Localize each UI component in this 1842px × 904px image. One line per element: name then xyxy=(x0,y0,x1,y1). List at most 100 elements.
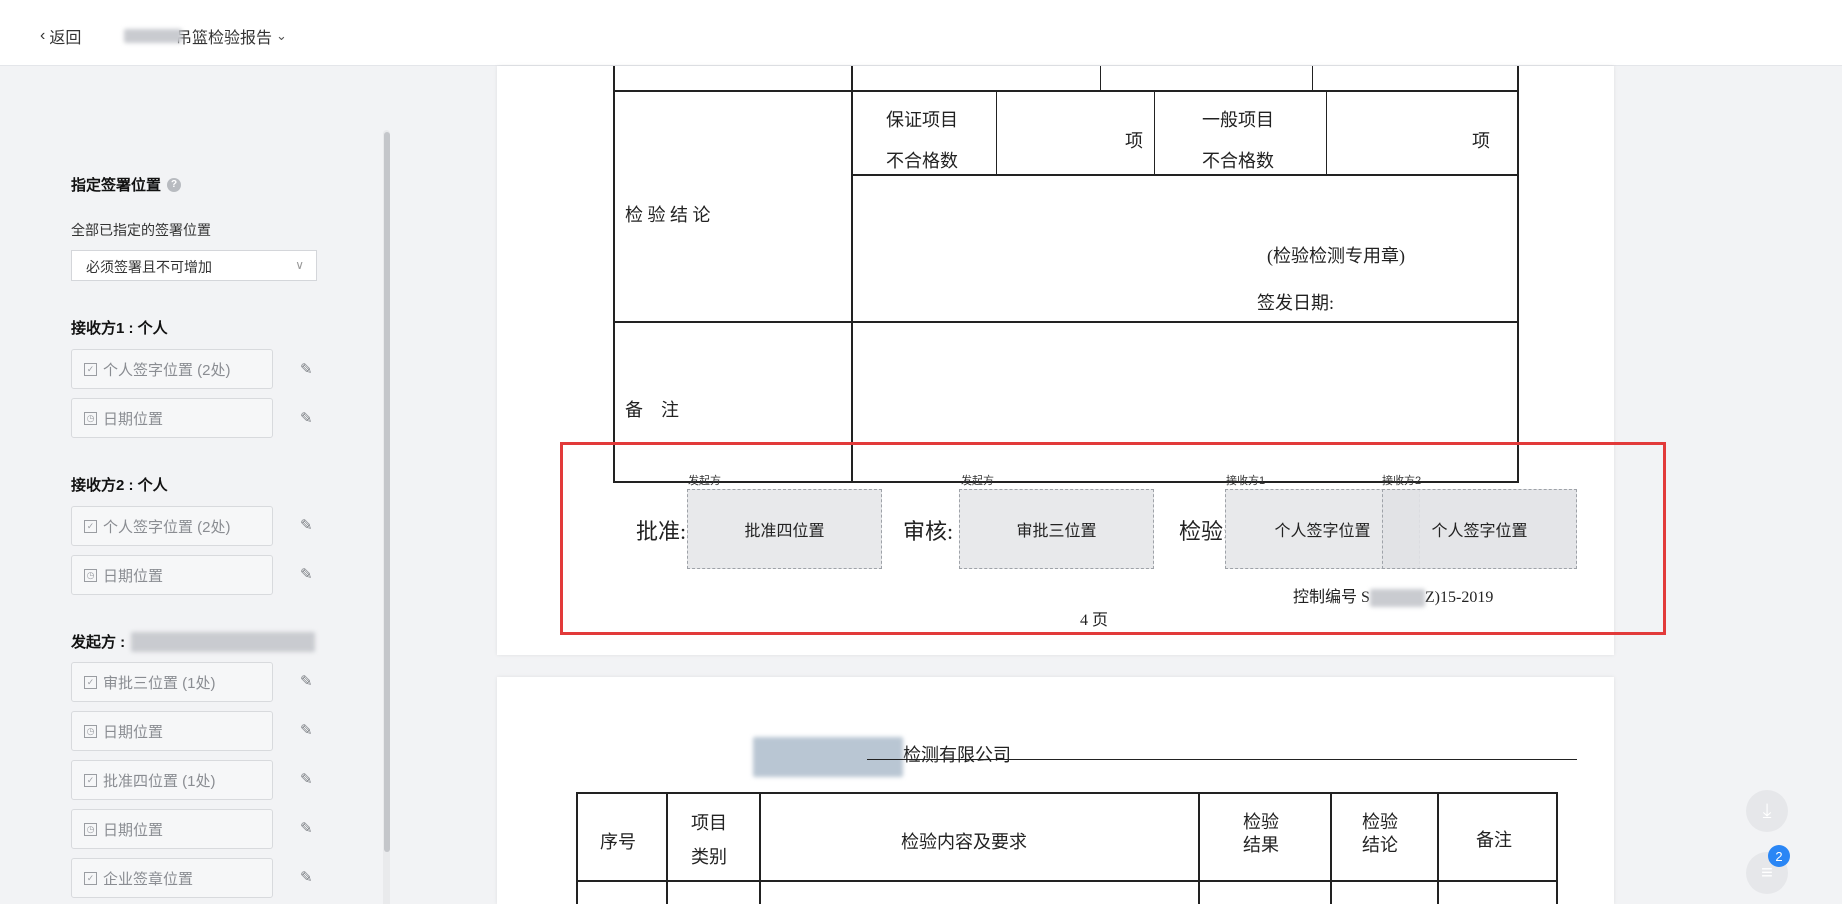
header-underline xyxy=(867,759,1577,760)
pen-icon[interactable]: ✎ xyxy=(300,721,316,739)
checkbox-sign-icon: ✓ xyxy=(84,871,97,885)
general-label-2: 不合格数 xyxy=(1202,151,1274,171)
section-title-text: 指定签署位置 xyxy=(71,177,162,194)
item-label: 个人签字位置 (2处) xyxy=(103,361,231,379)
group-title-text: 发起方 : xyxy=(71,634,126,651)
group-title-initiator: 发起方 : xyxy=(71,631,316,652)
checkbox-sign-icon: ✓ xyxy=(84,519,97,533)
date-icon: ◷ xyxy=(84,411,97,425)
table-line xyxy=(613,90,1519,92)
sidebar-item-approve-4[interactable]: ✓ 批准四位置 (1处) xyxy=(71,760,273,800)
sidebar-item-receiver2-date[interactable]: ◷ 日期位置 xyxy=(71,555,273,595)
back-button[interactable]: ‹ 返回 xyxy=(40,24,81,48)
pen-icon[interactable]: ✎ xyxy=(300,819,316,837)
guarantee-label-1: 保证项目 xyxy=(886,110,958,130)
column-header: 序号 xyxy=(600,832,636,852)
inspection-table: 序号 项目类别 检验内容及要求 检验结果 检验结论 备注 xyxy=(576,792,1558,904)
remarks-label: 备 注 xyxy=(625,400,679,420)
table-line xyxy=(1330,794,1332,904)
table-line xyxy=(1100,66,1101,90)
date-icon: ◷ xyxy=(84,568,97,582)
table-line xyxy=(578,880,1558,882)
sidebar-item-receiver1-sign[interactable]: ✓ 个人签字位置 (2处) xyxy=(71,349,273,389)
checkbox-sign-icon: ✓ xyxy=(84,675,97,689)
conclusion-label: 检 验 结 论 xyxy=(625,205,711,225)
column-header: 检验结论 xyxy=(1362,812,1398,856)
stamp-text: (检验检测专用章) xyxy=(1267,246,1405,266)
chevron-down-icon: ∨ xyxy=(295,258,304,272)
sidebar-item-receiver1-date[interactable]: ◷ 日期位置 xyxy=(71,398,273,438)
item-label: 日期位置 xyxy=(103,821,164,839)
select-value: 必须签署且不可增加 xyxy=(86,259,212,275)
pen-icon[interactable]: ✎ xyxy=(300,770,316,788)
company-suffix: 检测有限公司 xyxy=(903,745,1011,766)
table-line xyxy=(996,90,997,174)
sidebar-item-company-seal[interactable]: ✓ 企业签章位置 xyxy=(71,858,273,898)
table-line xyxy=(1198,794,1200,904)
general-label-1: 一般项目 xyxy=(1202,110,1274,130)
pen-icon[interactable]: ✎ xyxy=(300,565,316,583)
date-icon: ◷ xyxy=(84,724,97,738)
item-label: 企业签章位置 xyxy=(103,870,194,888)
chevron-down-icon: ⌄ xyxy=(276,28,287,43)
sidebar-item-review-3[interactable]: ✓ 审批三位置 (1处) xyxy=(71,662,273,702)
help-icon[interactable]: ? xyxy=(167,177,182,192)
item-label: 审批三位置 (1处) xyxy=(103,674,216,692)
column-header: 项目类别 xyxy=(691,813,727,868)
table-line xyxy=(851,66,853,483)
table-line xyxy=(1437,794,1439,904)
sidebar-item-date-1[interactable]: ◷ 日期位置 xyxy=(71,711,273,751)
back-label: 返回 xyxy=(49,30,82,47)
item-label: 批准四位置 (1处) xyxy=(103,772,216,790)
chevron-left-icon: ‹ xyxy=(40,27,46,44)
item-label: 日期位置 xyxy=(103,410,164,428)
table-line xyxy=(851,174,1519,176)
item-label: 个人签字位置 (2处) xyxy=(103,518,231,536)
document-title-dropdown[interactable]: 吊篮检验报告 ⌄ xyxy=(124,24,287,48)
guarantee-label-2: 不合格数 xyxy=(886,151,958,171)
item-label: 日期位置 xyxy=(103,723,164,741)
table-line xyxy=(1326,90,1327,174)
column-header: 备注 xyxy=(1476,830,1512,850)
column-header: 检验结果 xyxy=(1243,812,1279,856)
list-icon: ≡ xyxy=(1761,861,1773,884)
checkbox-sign-icon: ✓ xyxy=(84,362,97,376)
top-bar: ‹ 返回 吊篮检验报告 ⌄ xyxy=(0,0,1842,66)
table-line xyxy=(1154,90,1155,174)
download-button[interactable]: ⤓ xyxy=(1746,790,1788,832)
unit-label: 项 xyxy=(1472,131,1490,151)
sidebar-item-receiver2-sign[interactable]: ✓ 个人签字位置 (2处) xyxy=(71,506,273,546)
pen-icon[interactable]: ✎ xyxy=(300,516,316,534)
document-title: 吊篮检验报告 xyxy=(176,30,273,47)
date-icon: ◷ xyxy=(84,822,97,836)
table-line xyxy=(1312,66,1313,90)
redacted-logo xyxy=(753,737,903,777)
table-line xyxy=(1517,66,1519,483)
table-line xyxy=(613,321,1519,323)
sidebar-item-date-2[interactable]: ◷ 日期位置 xyxy=(71,809,273,849)
section-title: 指定签署位置 ? xyxy=(71,174,182,195)
pen-icon[interactable]: ✎ xyxy=(300,360,316,378)
item-label: 日期位置 xyxy=(103,567,164,585)
unit-label: 项 xyxy=(1125,131,1143,151)
table-line xyxy=(666,794,668,904)
all-positions-label: 全部已指定的签署位置 xyxy=(71,222,211,238)
highlight-box xyxy=(560,442,1666,635)
table-line xyxy=(759,794,761,904)
count-badge: 2 xyxy=(1768,845,1790,867)
download-icon: ⤓ xyxy=(1762,799,1772,822)
table-line xyxy=(613,66,615,483)
pen-icon[interactable]: ✎ xyxy=(300,672,316,690)
group-title-receiver-2: 接收方2 : 个人 xyxy=(71,477,168,494)
pen-icon[interactable]: ✎ xyxy=(300,868,316,886)
group-title-receiver-1: 接收方1 : 个人 xyxy=(71,320,168,337)
issue-date-label: 签发日期: xyxy=(1257,293,1335,313)
redacted-text xyxy=(124,29,182,43)
redacted-text xyxy=(131,631,316,652)
column-header: 检验内容及要求 xyxy=(901,832,1027,852)
company-name: 检测有限公司 xyxy=(753,737,1011,777)
sidebar-scrollbar-thumb[interactable] xyxy=(384,132,390,852)
pen-icon[interactable]: ✎ xyxy=(300,409,316,427)
checkbox-sign-icon: ✓ xyxy=(84,773,97,787)
sign-requirement-select[interactable]: 必须签署且不可增加 ∨ xyxy=(71,250,317,281)
